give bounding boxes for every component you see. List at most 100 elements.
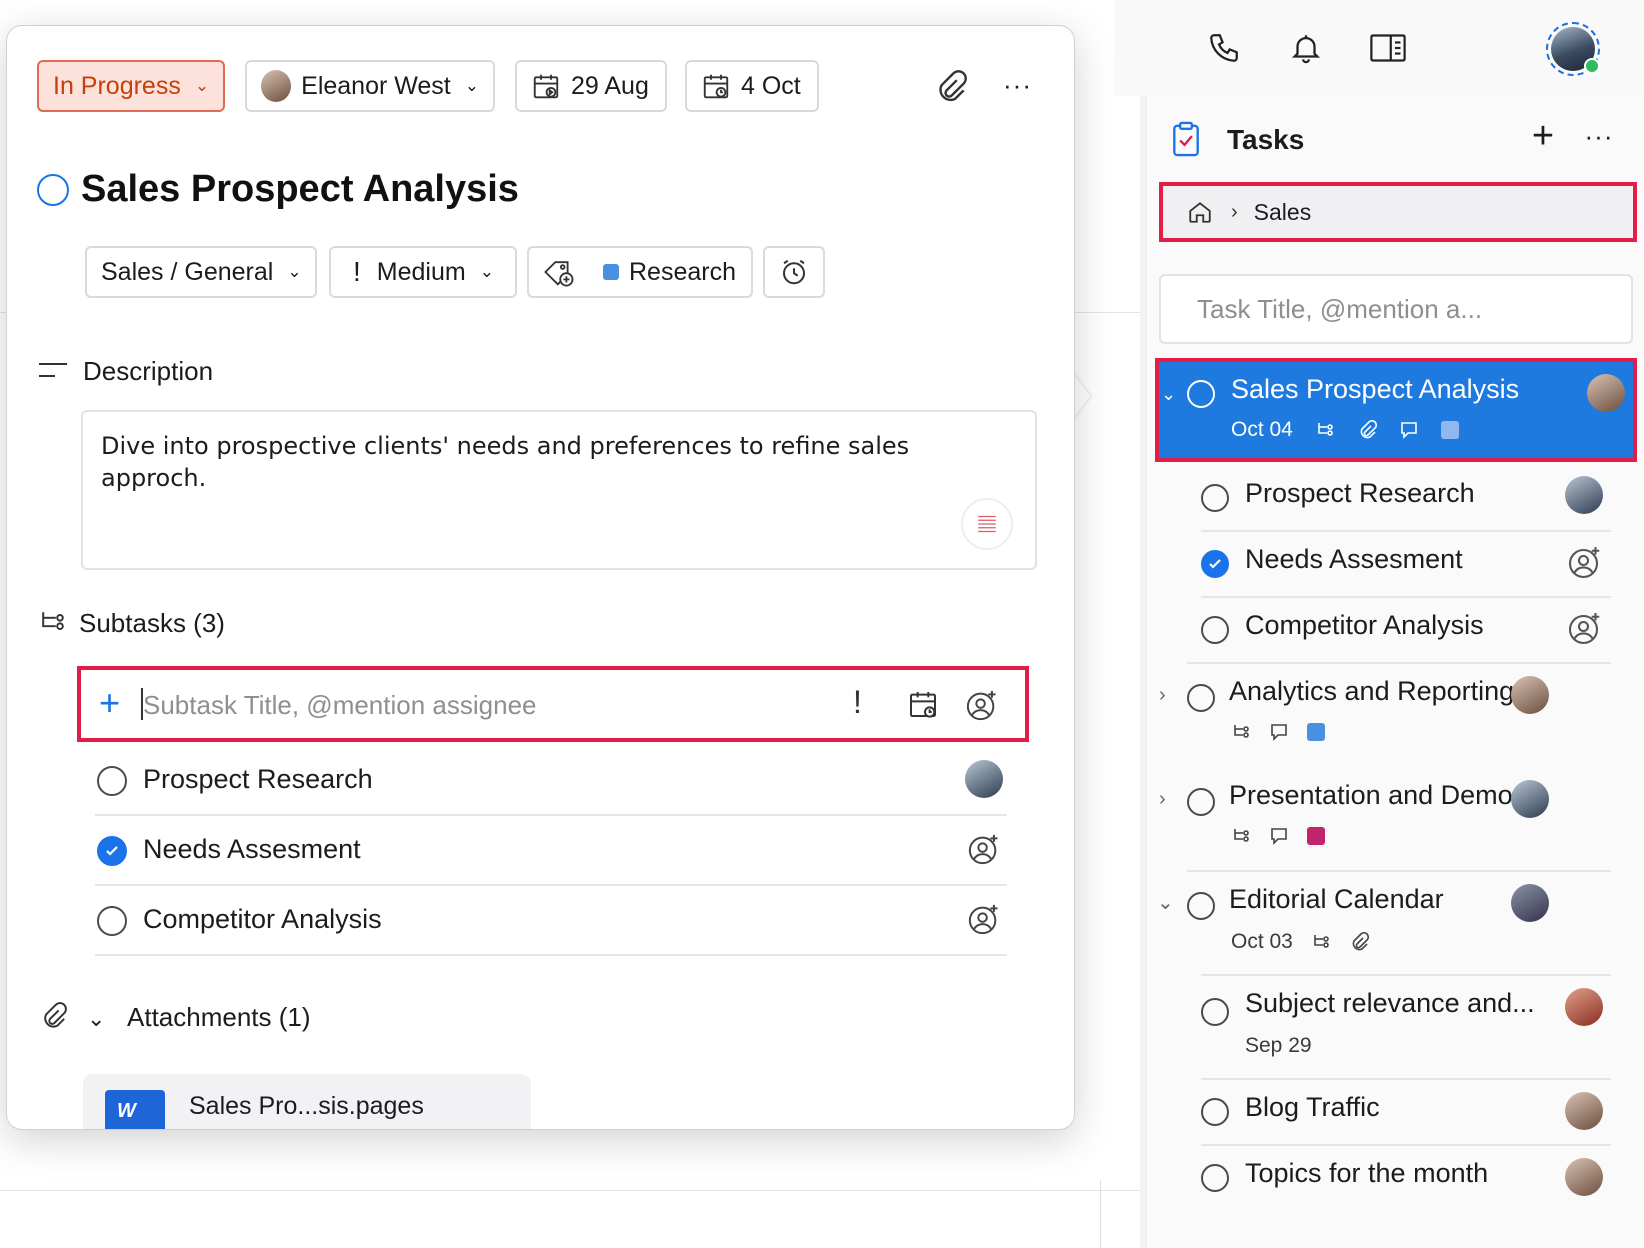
task-title[interactable]: Sales Prospect Analysis [81, 168, 519, 211]
tag-label: Research [629, 257, 736, 286]
paperclip-icon [1349, 932, 1369, 952]
description-field[interactable]: Dive into prospective clients' needs and… [81, 410, 1037, 570]
task-item[interactable]: › Analytics and Reporting [1147, 662, 1644, 766]
attachment-file[interactable]: W Sales Pro...sis.pages [83, 1074, 531, 1129]
task-complete-toggle[interactable] [1201, 1164, 1229, 1192]
divider [1201, 1144, 1611, 1146]
due-date-button[interactable]: 4 Oct [685, 60, 819, 112]
chevron-down-icon[interactable]: ⌄ [87, 1006, 105, 1032]
home-icon[interactable] [1187, 199, 1213, 225]
divider [1201, 974, 1611, 976]
add-subtask-icon[interactable]: + [99, 682, 120, 724]
comment-icon [1269, 826, 1289, 846]
chevron-right-icon[interactable]: › [1159, 788, 1166, 811]
description-label: Description [83, 356, 214, 386]
assign-user-icon[interactable] [965, 688, 999, 722]
status-label: In Progress [53, 71, 181, 100]
chevron-down-icon: ⌄ [464, 76, 479, 95]
subtask-complete-toggle[interactable] [97, 906, 127, 936]
more-options-button[interactable]: ··· [1003, 70, 1032, 101]
task-item[interactable]: Subject relevance and... Sep 29 [1147, 974, 1644, 1078]
task-complete-toggle[interactable] [1201, 484, 1229, 512]
task-title: Presentation and Demos [1229, 780, 1527, 810]
calendar-due-icon [701, 71, 731, 101]
assign-user-icon[interactable] [1567, 544, 1605, 582]
task-item[interactable]: Competitor Analysis [1147, 596, 1644, 662]
assign-user-icon[interactable] [967, 902, 1001, 936]
task-complete-toggle[interactable] [1187, 788, 1215, 816]
more-options-button[interactable]: ··· [1577, 118, 1621, 158]
priority-icon: ! [353, 256, 361, 287]
task-complete-toggle[interactable] [1187, 380, 1215, 408]
list-dropdown[interactable]: Sales / General ⌄ [85, 246, 317, 298]
subtask-row[interactable]: Needs Assesment [95, 816, 1007, 886]
assign-user-icon[interactable] [1567, 610, 1605, 648]
priority-icon[interactable]: ! [853, 684, 862, 721]
divider [1187, 662, 1611, 664]
tasks-panel: Tasks + ··· › Sales Task Title, @mention… [1146, 96, 1644, 1248]
breadcrumb[interactable]: › Sales [1159, 182, 1637, 242]
paperclip-icon[interactable] [933, 70, 967, 104]
task-item[interactable]: › Presentation and Demos [1147, 766, 1644, 870]
subtask-title: Prospect Research [143, 764, 373, 794]
subtask-icon [1231, 826, 1251, 846]
chevron-down-icon[interactable]: ⌄ [1157, 890, 1174, 915]
phone-icon[interactable] [1204, 28, 1244, 68]
breadcrumb-current[interactable]: Sales [1254, 199, 1312, 226]
task-title: Analytics and Reporting [1229, 676, 1515, 706]
chevron-down-icon: ⌄ [479, 262, 494, 281]
tag-button[interactable]: Research [527, 246, 753, 298]
list-name: Sales / General [101, 257, 274, 286]
assignee-avatar [1511, 884, 1549, 922]
subtask-complete-toggle[interactable] [97, 836, 127, 866]
notes-icon[interactable] [961, 498, 1013, 550]
task-item-selected[interactable]: ⌄ Sales Prospect Analysis Oct 04 [1155, 358, 1637, 462]
priority-dropdown[interactable]: ! Medium ⌄ [329, 246, 517, 298]
subtask-row[interactable]: Prospect Research [95, 746, 1007, 816]
task-meta: Sep 29 [1245, 1034, 1312, 1058]
assignee-avatar [261, 70, 292, 102]
subtask-input[interactable]: + Subtask Title, @mention assignee ! [77, 666, 1029, 742]
subtask-complete-toggle[interactable] [97, 766, 127, 796]
task-item[interactable]: ⌄ Editorial Calendar Oct 03 [1147, 870, 1644, 974]
assignee-avatar [1565, 476, 1603, 514]
subtask-icon [1231, 722, 1251, 742]
paperclip-icon [1357, 420, 1377, 440]
task-complete-toggle[interactable] [1201, 616, 1229, 644]
task-complete-toggle[interactable] [37, 174, 69, 206]
divider [1187, 870, 1611, 872]
task-title: Prospect Research [1245, 478, 1475, 508]
assignee-dropdown[interactable]: Eleanor West ⌄ [245, 60, 495, 112]
subtask-input-placeholder: Subtask Title, @mention assignee [143, 690, 537, 720]
chevron-right-icon[interactable]: › [1159, 684, 1166, 707]
assign-user-icon[interactable] [967, 832, 1001, 866]
task-complete-toggle[interactable] [1187, 684, 1215, 712]
add-task-button[interactable]: + [1523, 117, 1563, 158]
reminder-button[interactable] [763, 246, 825, 298]
chevron-down-icon[interactable]: ⌄ [1161, 384, 1176, 405]
task-complete-toggle[interactable] [1201, 998, 1229, 1026]
due-date: Oct 04 [1231, 418, 1293, 441]
task-complete-toggle[interactable] [1201, 550, 1229, 578]
status-dropdown[interactable]: In Progress ⌄ [37, 60, 225, 112]
task-item[interactable]: Needs Assesment [1147, 530, 1644, 596]
task-title: Subject relevance and... [1245, 988, 1535, 1018]
start-date-button[interactable]: 29 Aug [515, 60, 667, 112]
divider [1201, 1078, 1611, 1080]
subtask-icon [1315, 420, 1335, 440]
assignee-avatar[interactable] [965, 760, 1003, 798]
sidebar-toggle-icon[interactable] [1368, 28, 1408, 68]
task-item[interactable]: Topics for the month [1147, 1144, 1644, 1210]
task-search-input[interactable]: Task Title, @mention a... [1159, 274, 1633, 344]
description-text: Dive into prospective clients' needs and… [101, 432, 910, 492]
online-status-indicator [1584, 58, 1600, 74]
task-complete-toggle[interactable] [1187, 892, 1215, 920]
subtask-row[interactable]: Competitor Analysis [95, 886, 1007, 956]
calendar-icon[interactable] [907, 688, 939, 720]
tag-color-swatch [1440, 421, 1459, 439]
task-item[interactable]: Prospect Research [1147, 462, 1644, 530]
task-item[interactable]: Blog Traffic [1147, 1078, 1644, 1144]
attachments-label[interactable]: Attachments (1) [127, 1002, 311, 1033]
bell-icon[interactable] [1286, 28, 1326, 68]
task-complete-toggle[interactable] [1201, 1098, 1229, 1126]
